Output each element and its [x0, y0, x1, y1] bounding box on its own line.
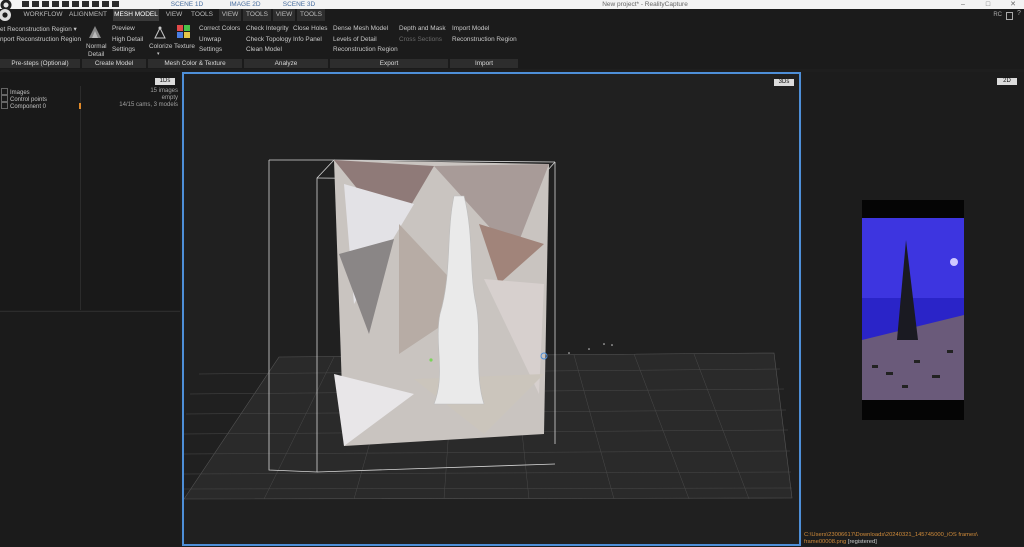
- menu-tools[interactable]: TOOLS: [188, 9, 216, 21]
- colorize-icon[interactable]: [152, 25, 168, 41]
- help-icon[interactable]: ?: [1017, 10, 1021, 17]
- group-create-model: Create Model: [82, 59, 146, 68]
- create-model-settings-button[interactable]: Settings: [112, 46, 135, 53]
- import-model-button[interactable]: Import Model: [452, 25, 489, 32]
- texture-icon[interactable]: [176, 24, 192, 40]
- check-integrity-button[interactable]: Check Integrity: [246, 25, 289, 32]
- normal-detail-label-2[interactable]: Detail: [88, 51, 104, 58]
- texture-button[interactable]: Texture: [174, 43, 195, 50]
- clean-model-button[interactable]: Clean Model: [246, 46, 282, 53]
- preview-button[interactable]: Preview: [112, 25, 135, 32]
- export-cross-sections-button[interactable]: Cross Sections: [399, 36, 442, 43]
- tab-1ds[interactable]: 1Ds: [155, 78, 175, 85]
- menu-view-3[interactable]: VIEW: [273, 9, 295, 21]
- quick-access-icon[interactable]: [112, 1, 119, 7]
- scene-3d-render: [184, 159, 793, 500]
- quick-access-icon[interactable]: [32, 1, 39, 7]
- group-analyze: Analyze: [244, 59, 328, 68]
- quick-access-icon[interactable]: [62, 1, 69, 7]
- image-path-line2: frame00008.png: [804, 539, 847, 545]
- menu-tools-3[interactable]: TOOLS: [297, 9, 325, 21]
- group-pre-steps: Pre-steps (Optional): [0, 59, 80, 68]
- color-texture-settings-button[interactable]: Settings: [199, 46, 222, 53]
- export-lod-button[interactable]: Levels of Detail: [333, 36, 377, 43]
- check-topology-button[interactable]: Check Topology: [246, 36, 291, 43]
- expand-icon[interactable]: [1, 102, 8, 109]
- menu-view-2[interactable]: VIEW: [219, 9, 241, 21]
- frame-image: [862, 200, 964, 420]
- tree-item-label: Component 0: [10, 104, 47, 110]
- app-menu-logo-icon[interactable]: [0, 8, 14, 22]
- normal-detail-label[interactable]: Normal: [86, 43, 107, 50]
- group-mesh-color-texture: Mesh Color & Texture: [148, 59, 242, 68]
- tab-scene-3d[interactable]: SCENE 3D: [260, 0, 338, 9]
- menu-tools-2[interactable]: TOOLS: [243, 9, 271, 21]
- tab-3ds[interactable]: 3Ds: [774, 79, 794, 86]
- quick-access-icon[interactable]: [82, 1, 89, 7]
- correct-colors-button[interactable]: Correct Colors: [199, 25, 240, 32]
- quick-access-icon[interactable]: [72, 1, 79, 7]
- maximize-button[interactable]: □: [983, 0, 993, 9]
- menu-alignment[interactable]: ALIGNMENT: [66, 9, 110, 21]
- quick-access-icon[interactable]: [52, 1, 59, 7]
- menu-view[interactable]: VIEW: [162, 9, 186, 21]
- export-dense-mesh-button[interactable]: Dense Mesh Model: [333, 25, 388, 32]
- rc-label: RC: [993, 12, 1002, 18]
- close-holes-button[interactable]: Close Holes: [293, 25, 327, 32]
- window-title: New project* - RealityCapture: [602, 1, 688, 8]
- viewport-3d[interactable]: 3Ds: [182, 72, 801, 546]
- export-reconstruction-region-button[interactable]: Reconstruction Region: [333, 46, 398, 53]
- quick-access-icon[interactable]: [22, 1, 29, 7]
- quick-access-icon[interactable]: [92, 1, 99, 7]
- quick-access-icon[interactable]: [102, 1, 109, 7]
- panel-1ds-divider: [80, 86, 81, 310]
- menu-workflow[interactable]: WORKFLOW: [22, 9, 64, 21]
- colorize-dropdown-icon[interactable]: ▾: [157, 51, 160, 57]
- import-reconstruction-region-button-2[interactable]: Reconstruction Region: [452, 36, 517, 43]
- high-detail-button[interactable]: High Detail: [112, 36, 143, 43]
- group-import: Import: [450, 59, 518, 68]
- expand-icon[interactable]: [1, 95, 8, 102]
- mesh-normal-detail-icon[interactable]: [87, 24, 103, 40]
- component-0-value: 14/15 cams, 3 models: [119, 102, 178, 108]
- control-points-value: empty: [161, 95, 178, 101]
- image-path-line1: C:\Users\23006617\Downloads\20240321_145…: [804, 532, 978, 538]
- title-bar: SCENE 1D IMAGE 2D SCENE 3D New project* …: [0, 0, 1024, 11]
- quick-access-icon[interactable]: [42, 1, 49, 7]
- document-icon[interactable]: [1006, 12, 1013, 20]
- images-value: 15 images: [150, 88, 178, 94]
- image-path-status: C:\Users\23006617\Downloads\20240321_145…: [804, 532, 1024, 546]
- minimize-button[interactable]: –: [958, 0, 968, 9]
- import-reconstruction-region-button[interactable]: nport Reconstruction Region: [0, 36, 81, 43]
- panel-lower-left: [0, 311, 180, 547]
- colorize-button[interactable]: Colorize: [149, 43, 172, 50]
- close-button[interactable]: ✕: [1008, 0, 1018, 9]
- component-marker: [79, 103, 81, 109]
- registered-tag: [registered]: [847, 539, 877, 545]
- tree-item-component-0[interactable]: Component 0: [1, 102, 46, 110]
- info-panel-button[interactable]: Info Panel: [293, 36, 322, 43]
- tab-2d[interactable]: 2D: [997, 78, 1017, 85]
- expand-icon[interactable]: [1, 88, 8, 95]
- frame-image-render: [862, 218, 964, 400]
- unwrap-button[interactable]: Unwrap: [199, 36, 221, 43]
- group-export: Export: [330, 59, 448, 68]
- menu-mesh-model[interactable]: MESH MODEL: [113, 9, 159, 21]
- export-depth-mask-button[interactable]: Depth and Mask: [399, 25, 446, 32]
- set-reconstruction-region-button[interactable]: et Reconstruction Region ▾: [0, 25, 77, 33]
